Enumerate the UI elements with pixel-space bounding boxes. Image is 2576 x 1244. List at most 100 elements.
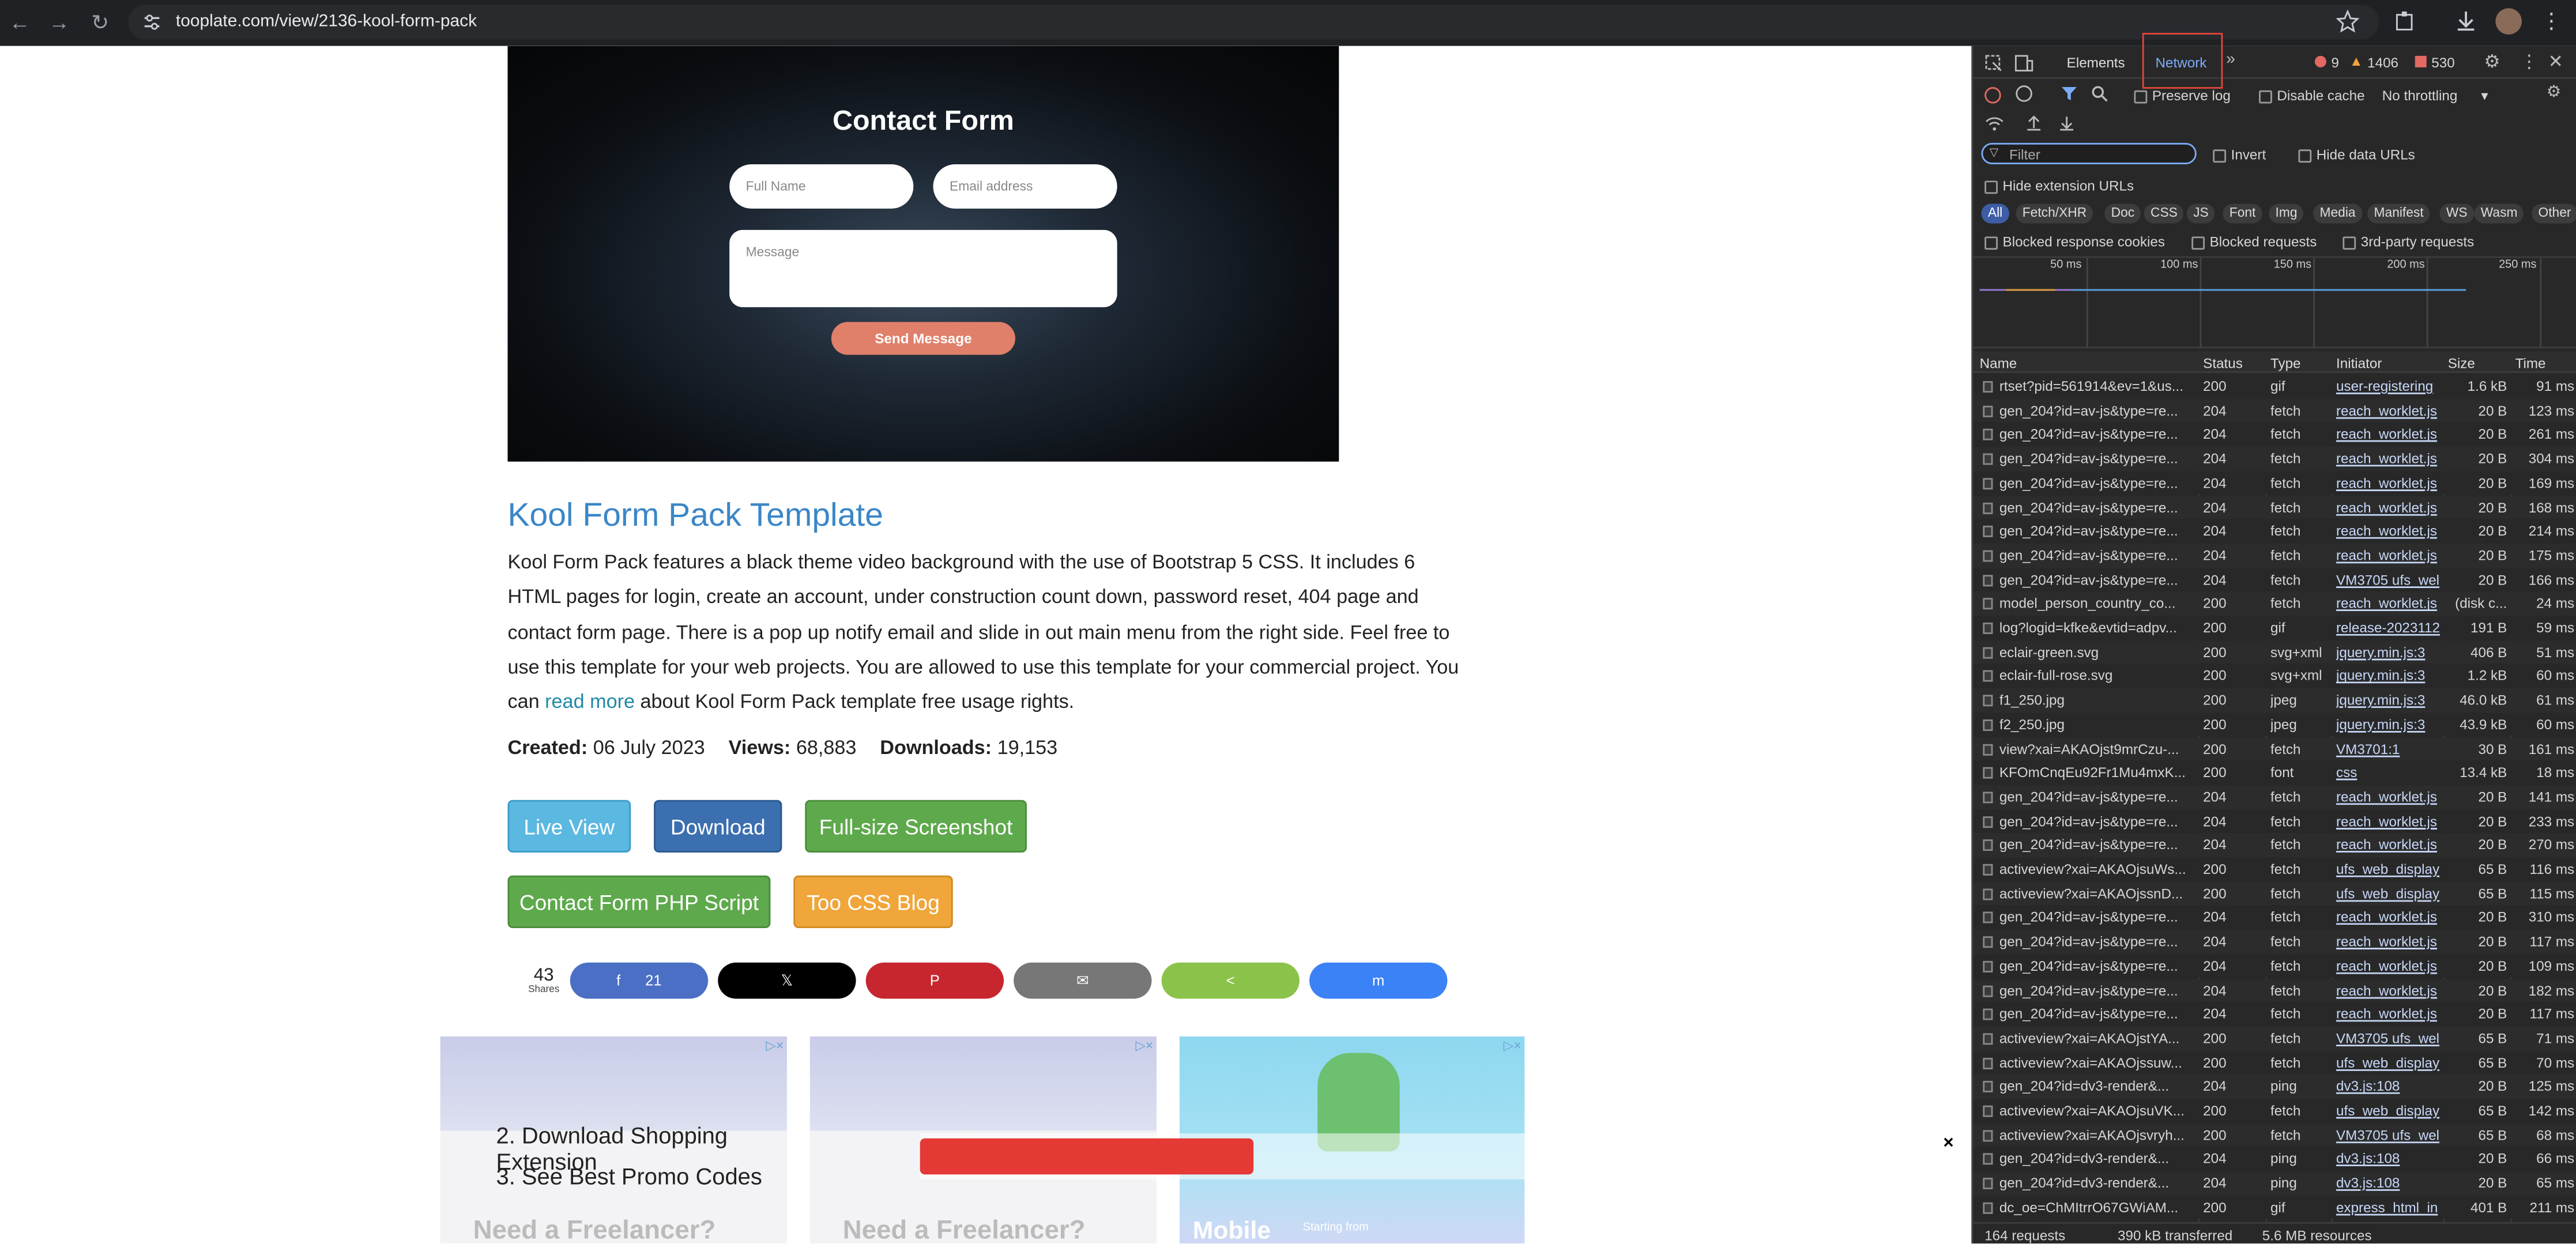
type-filter-manifest[interactable]: Manifest [2367, 203, 2431, 224]
request-initiator[interactable]: jquery.min.js:3 [2336, 668, 2441, 684]
import-har-icon[interactable] [2025, 114, 2042, 131]
ad-overlay-banner[interactable] [920, 1133, 1525, 1179]
contact-form-php-button[interactable]: Contact Form PHP Script [507, 875, 771, 928]
type-filter-img[interactable]: Img [2269, 203, 2304, 224]
request-initiator[interactable]: VM3701:1 [2336, 740, 2441, 756]
blocked-cookies-checkbox[interactable]: Blocked response cookies [1984, 233, 2165, 250]
column-name[interactable]: Name [1980, 355, 2017, 371]
type-filter-js[interactable]: JS [2186, 203, 2216, 224]
request-row[interactable]: gen_204?id=dv3-render&... 204 ping dv3.js:1… [1973, 1147, 2576, 1171]
request-row[interactable]: gen_204?id=av-js&type=re... 204 fetch reach… [1973, 543, 2576, 568]
clear-icon[interactable] [2016, 85, 2032, 102]
request-initiator[interactable]: reach_worklet.js [2336, 788, 2441, 804]
forward-icon[interactable]: → [46, 10, 73, 35]
filter-funnel-icon[interactable] [2062, 85, 2077, 101]
request-initiator[interactable]: ufs_web_display [2336, 1054, 2441, 1070]
request-row[interactable]: gen_204?id=av-js&type=re... 204 fetch VM370… [1973, 567, 2576, 592]
back-icon[interactable]: ← [6, 10, 33, 35]
request-initiator[interactable]: reach_worklet.js [2336, 450, 2441, 466]
request-initiator[interactable]: reach_worklet.js [2336, 402, 2441, 418]
type-filter-doc[interactable]: Doc [2104, 203, 2141, 224]
site-settings-icon[interactable] [143, 13, 161, 31]
type-filter-ws[interactable]: WS [2439, 203, 2475, 224]
full-size-screenshot-button[interactable]: Full-size Screenshot [805, 800, 1027, 853]
request-initiator[interactable]: reach_worklet.js [2336, 523, 2441, 539]
request-initiator[interactable]: jquery.min.js:3 [2336, 692, 2441, 708]
request-row[interactable]: KFOmCnqEu92Fr1Mu4mxK... 200 font css 13.4 kB… [1973, 760, 2576, 785]
request-row[interactable]: gen_204?id=dv3-render&... 204 ping dv3.js:1… [1973, 1171, 2576, 1196]
preserve-log-checkbox[interactable]: Preserve log [2134, 87, 2231, 104]
bookmark-star-icon[interactable] [2336, 10, 2359, 33]
request-initiator[interactable]: VM3705 ufs_wel [2336, 1126, 2441, 1143]
request-row[interactable]: gen_204?id=dv3-render&... 204 ping dv3.js:1… [1973, 1075, 2576, 1099]
request-row[interactable]: f2_250.jpg 200 jpeg jquery.min.js:3 43.9 kB 6… [1973, 713, 2576, 737]
request-initiator[interactable]: reach_worklet.js [2336, 474, 2441, 491]
ad-choices-icon[interactable]: ▷× [1504, 1038, 1522, 1053]
request-row[interactable]: activeview?xai=AKAOjsuVK... 200 fetch ufs_w… [1973, 1099, 2576, 1124]
request-row[interactable]: activeview?xai=AKAOjstYA... 200 fetch VM370… [1973, 1026, 2576, 1051]
request-row[interactable]: activeview?xai=AKAOjsuWs... 200 fetch ufs_w… [1973, 857, 2576, 882]
request-initiator[interactable]: ufs_web_display [2336, 885, 2441, 901]
request-initiator[interactable]: ufs_web_display [2336, 861, 2441, 877]
x-share-button[interactable]: 𝕏 [718, 962, 856, 999]
request-row[interactable]: view?xai=AKAOjst9mrCzu-... 200 fetch VM3701… [1973, 737, 2576, 761]
inspect-element-icon[interactable] [1984, 54, 2002, 72]
request-initiator[interactable]: reach_worklet.js [2336, 595, 2441, 611]
request-initiator[interactable]: express_html_in [2336, 1199, 2441, 1215]
read-more-link[interactable]: read more [545, 690, 635, 713]
request-row[interactable]: gen_204?id=av-js&type=re... 204 fetch reach… [1973, 519, 2576, 544]
request-initiator[interactable]: dv3.js:108 [2336, 1175, 2441, 1191]
timeline-overview[interactable]: 50 ms 100 ms 150 ms 200 ms 250 ms [1973, 256, 2576, 349]
request-initiator[interactable]: reach_worklet.js [2336, 499, 2441, 515]
request-initiator[interactable]: reach_worklet.js [2336, 982, 2441, 998]
devtools-menu-icon[interactable]: ⋮ [2520, 51, 2538, 72]
request-initiator[interactable]: user-registering [2336, 378, 2441, 394]
reload-icon[interactable]: ↻ [87, 10, 114, 36]
request-initiator[interactable]: ufs_web_display [2336, 1102, 2441, 1118]
record-icon[interactable] [1984, 87, 2001, 104]
address-bar[interactable]: tooplate.com/view/2136-kool-form-pack [128, 5, 2379, 40]
extensions-icon[interactable] [2394, 10, 2417, 33]
request-initiator[interactable]: reach_worklet.js [2336, 426, 2441, 442]
type-filter-other[interactable]: Other [2532, 203, 2576, 224]
export-har-icon[interactable] [2058, 114, 2074, 131]
request-row[interactable]: gen_204?id=av-js&type=re... 204 fetch reach… [1973, 833, 2576, 858]
settings-gear-icon[interactable]: ⚙ [2484, 51, 2500, 72]
network-conditions-icon[interactable] [1984, 115, 2004, 131]
invert-checkbox[interactable]: Invert [2213, 146, 2266, 163]
facebook-share-button[interactable]: f 21 [570, 962, 709, 999]
request-row[interactable]: eclair-green.svg 200 svg+xml jquery.min.js:… [1973, 640, 2576, 665]
network-settings-icon[interactable]: ⚙ [2547, 84, 2562, 101]
filter-input[interactable]: ▽ Filter [1981, 142, 2197, 164]
third-party-checkbox[interactable]: 3rd-party requests [2342, 233, 2474, 250]
request-initiator[interactable]: reach_worklet.js [2336, 909, 2441, 925]
request-initiator[interactable]: reach_worklet.js [2336, 836, 2441, 853]
request-initiator[interactable]: jquery.min.js:3 [2336, 716, 2441, 732]
request-initiator[interactable]: release-2023112 [2336, 619, 2441, 635]
too-css-blog-button[interactable]: Too CSS Blog [793, 875, 953, 928]
request-row[interactable]: activeview?xai=AKAOjssnD... 200 fetch ufs_w… [1973, 881, 2576, 906]
request-initiator[interactable]: css [2336, 764, 2441, 781]
type-filter-font[interactable]: Font [2223, 203, 2262, 224]
request-row[interactable]: gen_204?id=av-js&type=re... 204 fetch reach… [1973, 447, 2576, 472]
blocked-requests-checkbox[interactable]: Blocked requests [2191, 233, 2317, 250]
more-tabs-icon[interactable]: » [2226, 51, 2235, 69]
pinterest-share-button[interactable]: P [865, 962, 1004, 999]
request-row[interactable]: eclair-full-rose.svg 200 svg+xml jquery.min… [1973, 664, 2576, 689]
request-row[interactable]: gen_204?id=av-js&type=re... 204 fetch reach… [1973, 1002, 2576, 1027]
hide-data-urls-checkbox[interactable]: Hide data URLs [2298, 146, 2415, 163]
live-view-button[interactable]: Live View [507, 800, 631, 853]
menu-kebab-icon[interactable]: ⋮ [2538, 8, 2564, 35]
request-row[interactable]: gen_204?id=av-js&type=re... 204 fetch reach… [1973, 471, 2576, 496]
request-initiator[interactable]: dv3.js:108 [2336, 1151, 2441, 1167]
request-row[interactable]: rtset?pid=561914&ev=1&us... 200 gif user-re… [1973, 374, 2576, 399]
request-row[interactable]: model_person_country_co... 200 fetch reach_… [1973, 591, 2576, 616]
request-row[interactable]: log?logid=kfke&evtid=adpv... 200 gif releas… [1973, 616, 2576, 640]
request-row[interactable]: gen_204?id=av-js&type=re... 204 fetch reach… [1973, 423, 2576, 447]
request-row[interactable]: gen_204?id=av-js&type=re... 204 fetch reach… [1973, 495, 2576, 519]
type-filter-fetch-xhr[interactable]: Fetch/XHR [2016, 203, 2093, 224]
device-toolbar-icon[interactable] [2014, 54, 2033, 72]
request-initiator[interactable]: reach_worklet.js [2336, 957, 2441, 974]
request-row[interactable]: gen_204?id=av-js&type=re... 204 fetch reach… [1973, 953, 2576, 978]
hide-extension-urls-checkbox[interactable]: Hide extension URLs [1984, 178, 2134, 194]
